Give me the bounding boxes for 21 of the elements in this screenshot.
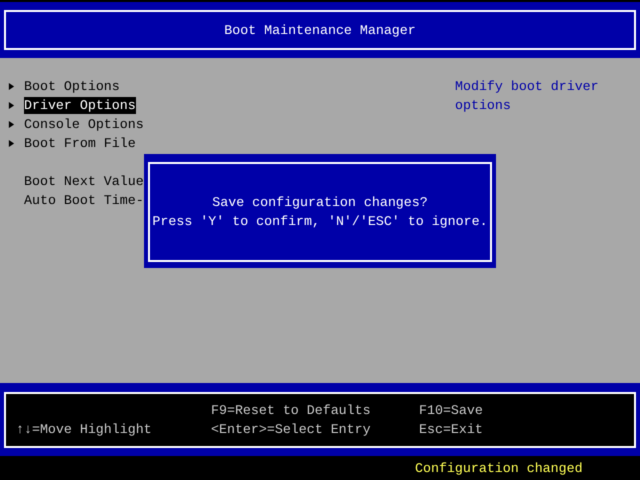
- arrow-icon: [8, 139, 15, 148]
- menu-item[interactable]: Driver Options: [24, 97, 136, 114]
- key-hint: F10=Save: [419, 402, 484, 420]
- key-hint: Esc=Exit: [419, 421, 484, 439]
- menu-item[interactable]: Boot Options: [24, 78, 120, 95]
- arrow-icon: [8, 101, 15, 110]
- key-hint: F9=Reset to Defaults: [211, 402, 372, 420]
- key-hint: <Enter>=Select Entry: [211, 421, 372, 439]
- status-message: Configuration changed: [415, 460, 583, 476]
- dialog-message: Press 'Y' to confirm, 'N'/'ESC' to ignore.: [152, 213, 488, 231]
- menu-item[interactable]: Console Options: [24, 116, 144, 133]
- arrow-icon: [8, 120, 15, 129]
- arrow-icon: [8, 82, 15, 91]
- window-title: Boot Maintenance Manager: [224, 22, 416, 38]
- menu-item[interactable]: Boot Next Value: [24, 173, 144, 190]
- menu-item[interactable]: Boot From File: [24, 135, 136, 152]
- key-hint: ↑↓=Move Highlight: [16, 421, 153, 439]
- menu-item[interactable]: Auto Boot Time-: [24, 192, 144, 209]
- help-text: Modify boot driver: [455, 78, 599, 96]
- help-text: options: [455, 97, 512, 115]
- dialog-message: Save configuration changes?: [212, 194, 428, 212]
